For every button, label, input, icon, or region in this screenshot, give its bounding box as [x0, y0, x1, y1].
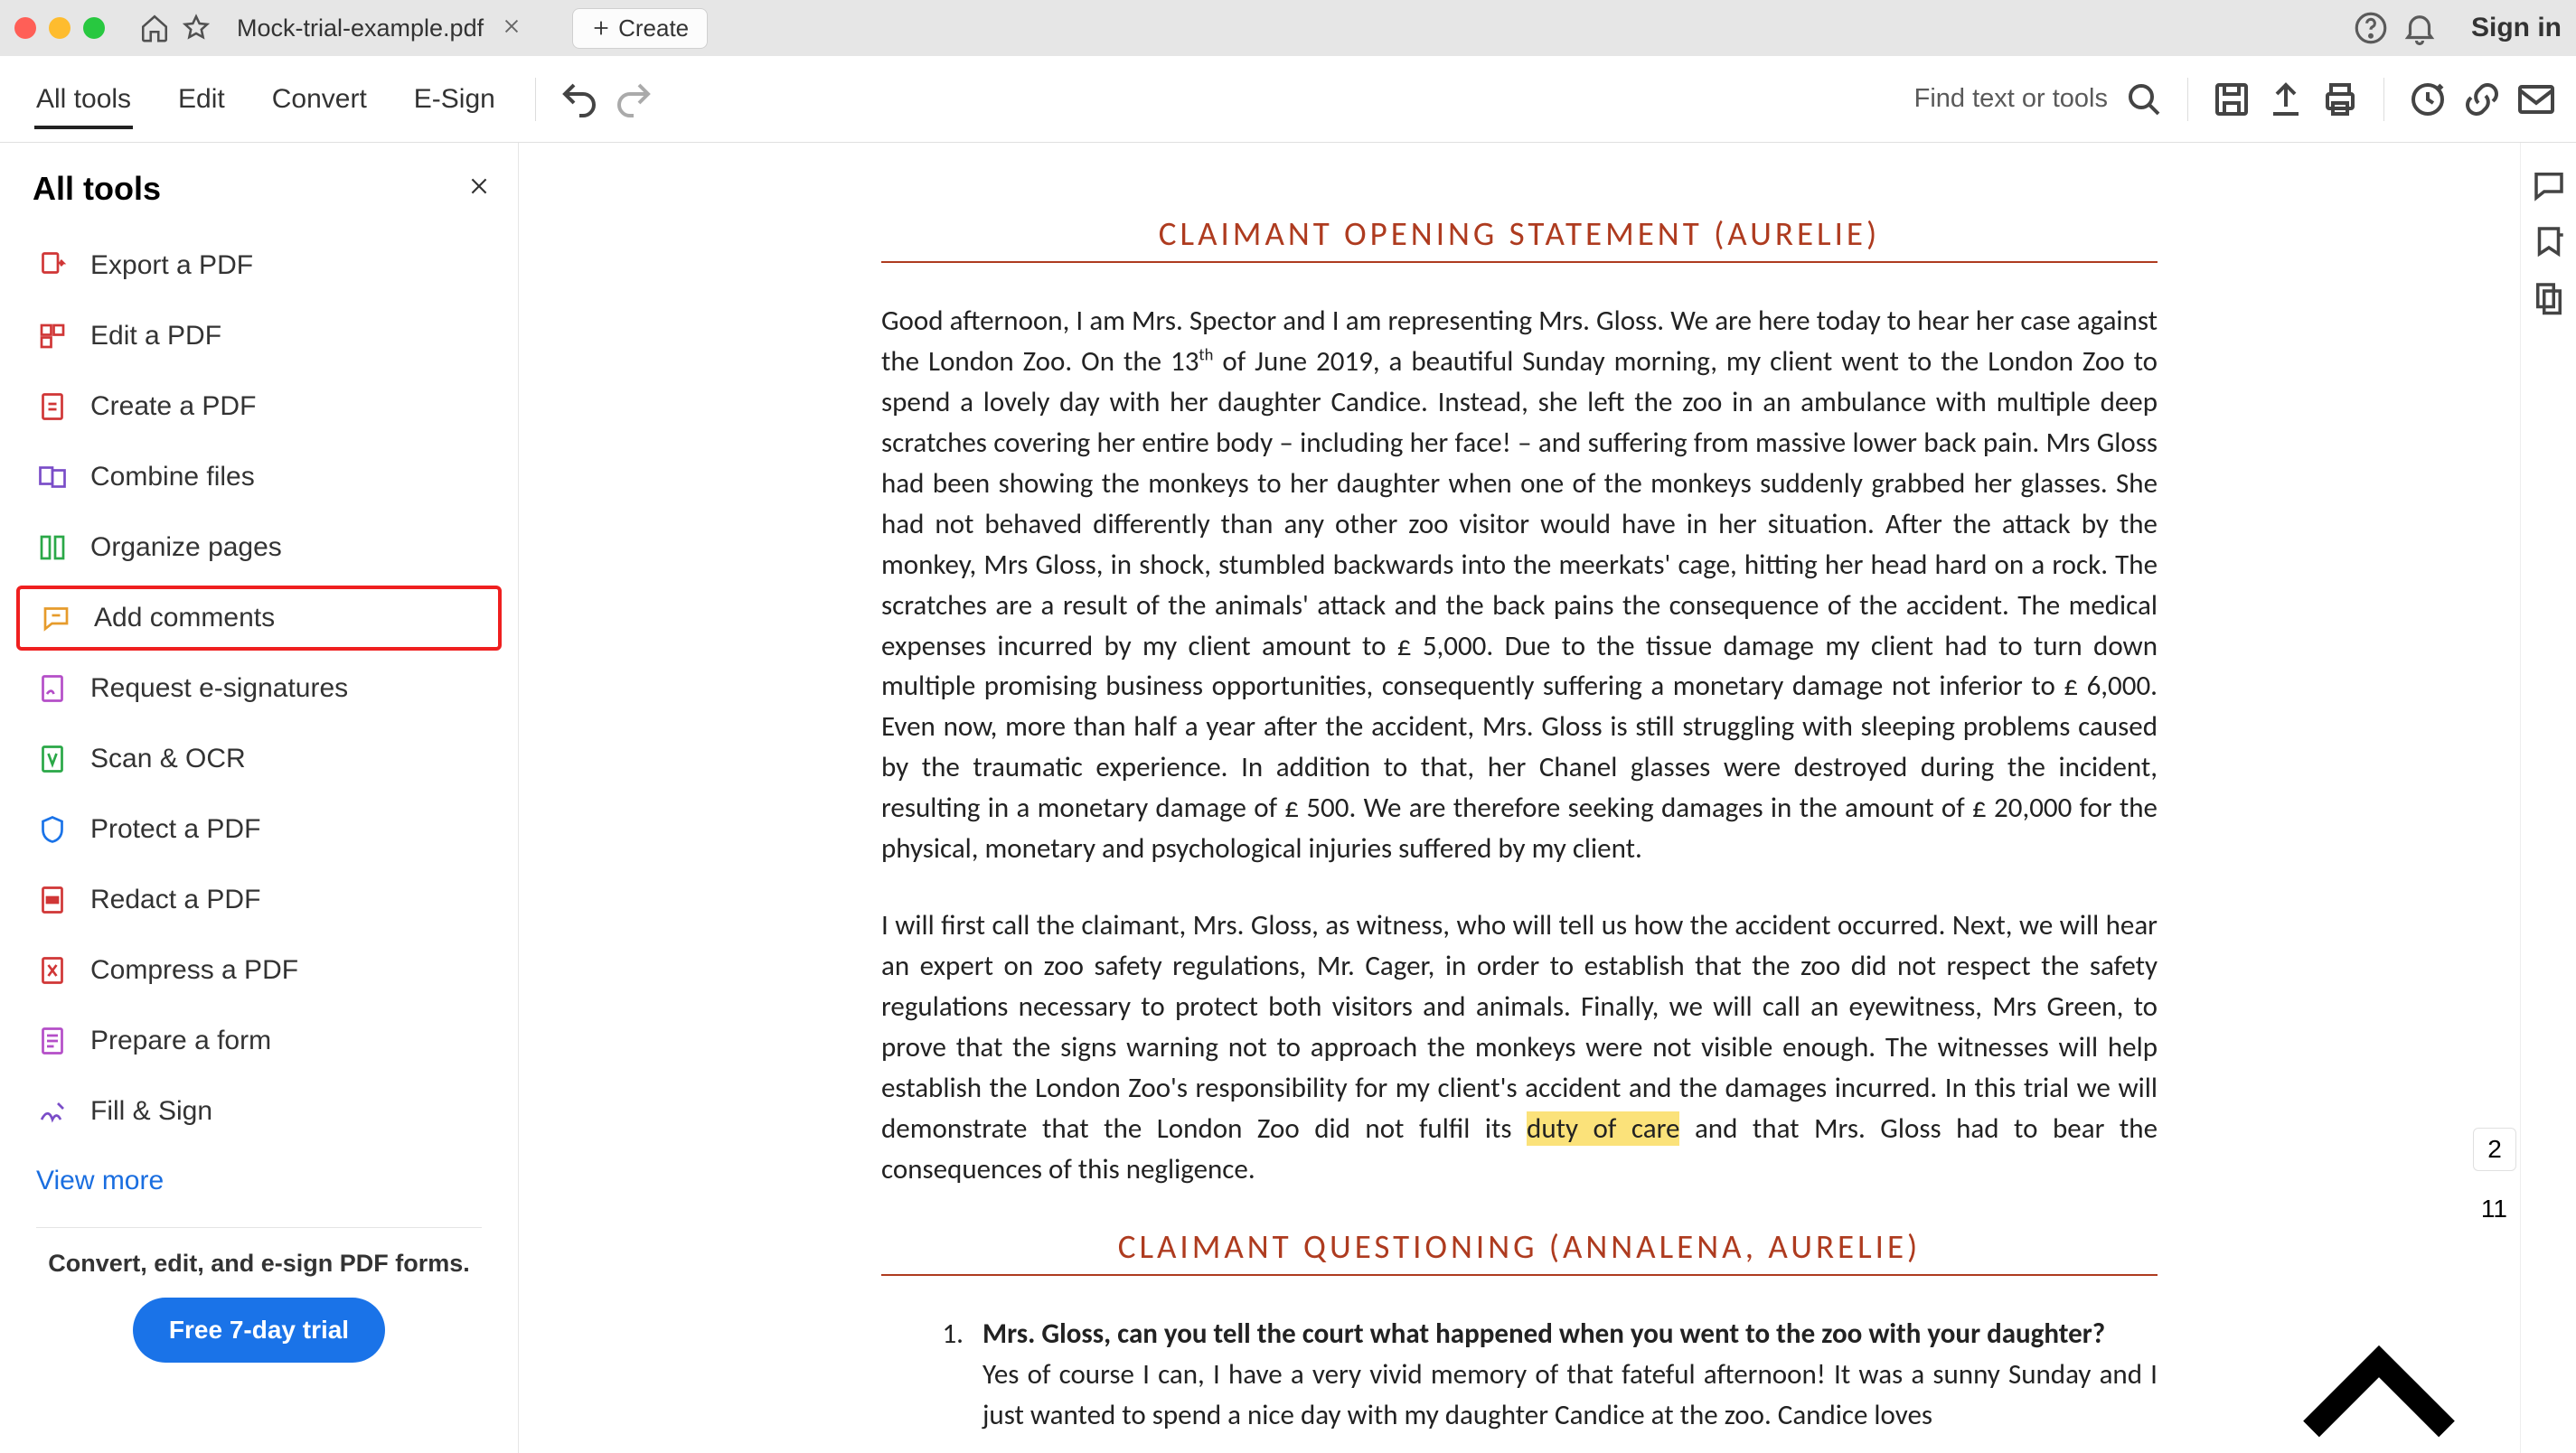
create-label: Create — [618, 14, 689, 42]
paragraph: I will first call the claimant, Mrs. Glo… — [881, 905, 2158, 1190]
all-tools-sidebar: All tools Export a PDF Edit a PDF Create… — [0, 143, 519, 1453]
sidebar-item-compress-pdf[interactable]: Compress a PDF — [9, 938, 509, 1003]
comments-panel-icon[interactable] — [2530, 166, 2568, 204]
signature-icon — [36, 672, 69, 705]
heading-claimant-questioning: CLAIMANT QUESTIONING (ANNALENA, AURELIE) — [881, 1226, 2158, 1276]
create-pdf-icon — [36, 390, 69, 423]
sidebar-item-fill-sign[interactable]: Fill & Sign — [9, 1079, 509, 1144]
tab-title: Mock-trial-example.pdf — [237, 14, 484, 42]
sidebar-item-label: Redact a PDF — [90, 885, 260, 915]
sidebar-item-edit-pdf[interactable]: Edit a PDF — [9, 304, 509, 369]
sign-in-button[interactable]: Sign in — [2471, 13, 2562, 43]
close-window-icon[interactable] — [14, 17, 36, 39]
fill-sign-icon — [36, 1095, 69, 1128]
titlebar: Mock-trial-example.pdf Create Sign in — [0, 0, 2576, 56]
organize-icon — [36, 531, 69, 564]
document-tab[interactable]: Mock-trial-example.pdf — [222, 0, 540, 56]
sidebar-item-label: Prepare a form — [90, 1026, 271, 1056]
upload-icon[interactable] — [2264, 78, 2308, 121]
view-more-link[interactable]: View more — [9, 1144, 509, 1205]
maximize-window-icon[interactable] — [83, 17, 105, 39]
form-icon — [36, 1025, 69, 1057]
close-sidebar-icon[interactable] — [467, 174, 491, 204]
sidebar-item-add-comments[interactable]: Add comments — [16, 586, 502, 651]
sidebar-item-label: Add comments — [94, 603, 275, 633]
home-icon[interactable] — [139, 13, 170, 43]
page-up-icon[interactable] — [2243, 1260, 2515, 1453]
undo-icon[interactable] — [558, 78, 601, 121]
edit-icon — [36, 320, 69, 352]
sidebar-item-label: Create a PDF — [90, 391, 256, 422]
comment-icon — [40, 602, 72, 634]
window-controls — [14, 17, 105, 39]
question-list: Mrs. Gloss, can you tell the court what … — [881, 1314, 2158, 1436]
redact-icon — [36, 884, 69, 916]
export-icon — [36, 249, 69, 282]
find-label: Find text or tools — [1914, 84, 2108, 114]
menu-esign[interactable]: E-Sign — [396, 71, 513, 127]
close-tab-icon[interactable] — [498, 11, 525, 46]
list-item: Mrs. Gloss, can you tell the court what … — [970, 1314, 2158, 1436]
sidebar-item-label: Edit a PDF — [90, 321, 221, 352]
sidebar-item-organize-pages[interactable]: Organize pages — [9, 515, 509, 580]
sidebar-item-label: Combine files — [90, 462, 255, 492]
star-icon[interactable] — [181, 13, 212, 43]
document-viewport[interactable]: CLAIMANT OPENING STATEMENT (AURELIE) Goo… — [519, 143, 2520, 1453]
sidebar-item-prepare-form[interactable]: Prepare a form — [9, 1008, 509, 1073]
sidebar-item-export-pdf[interactable]: Export a PDF — [9, 233, 509, 298]
ai-assistant-icon[interactable] — [2406, 78, 2449, 121]
sidebar-item-create-pdf[interactable]: Create a PDF — [9, 374, 509, 439]
thumbnails-panel-icon[interactable] — [2530, 278, 2568, 316]
bookmarks-panel-icon[interactable] — [2530, 222, 2568, 260]
sidebar-item-label: Scan & OCR — [90, 744, 246, 774]
separator — [2187, 78, 2188, 121]
create-button[interactable]: Create — [572, 8, 708, 49]
redo-icon[interactable] — [612, 78, 655, 121]
total-pages: 11 — [2481, 1195, 2507, 1223]
current-page-indicator[interactable]: 2 — [2473, 1128, 2516, 1171]
main-toolbar: All tools Edit Convert E-Sign Find text … — [0, 56, 2576, 143]
sidebar-item-label: Export a PDF — [90, 250, 253, 281]
sidebar-item-label: Protect a PDF — [90, 814, 260, 845]
sidebar-item-label: Organize pages — [90, 532, 282, 563]
separator — [2383, 78, 2384, 121]
promo-text: Convert, edit, and e-sign PDF forms. — [9, 1250, 509, 1298]
bell-icon[interactable] — [2401, 9, 2439, 47]
sidebar-item-request-signatures[interactable]: Request e-signatures — [9, 656, 509, 721]
sidebar-item-protect-pdf[interactable]: Protect a PDF — [9, 797, 509, 862]
heading-claimant-opening: CLAIMANT OPENING STATEMENT (AURELIE) — [881, 213, 2158, 263]
sidebar-item-label: Request e-signatures — [90, 673, 348, 704]
sidebar-item-redact-pdf[interactable]: Redact a PDF — [9, 867, 509, 933]
combine-icon — [36, 461, 69, 493]
highlighted-text: duty of care — [1527, 1111, 1679, 1146]
scan-icon — [36, 743, 69, 775]
sidebar-item-label: Compress a PDF — [90, 955, 298, 986]
sidebar-title: All tools — [33, 170, 161, 208]
sidebar-item-label: Fill & Sign — [90, 1096, 212, 1127]
help-icon[interactable] — [2352, 9, 2390, 47]
menu-convert[interactable]: Convert — [254, 71, 385, 127]
separator — [36, 1227, 482, 1228]
free-trial-button[interactable]: Free 7-day trial — [133, 1298, 385, 1363]
separator — [535, 78, 536, 121]
email-icon[interactable] — [2515, 78, 2558, 121]
sidebar-item-scan-ocr[interactable]: Scan & OCR — [9, 726, 509, 792]
link-icon[interactable] — [2460, 78, 2504, 121]
minimize-window-icon[interactable] — [49, 17, 71, 39]
sidebar-item-combine-files[interactable]: Combine files — [9, 445, 509, 510]
menu-edit[interactable]: Edit — [160, 71, 243, 127]
menu-all-tools[interactable]: All tools — [18, 71, 149, 127]
pdf-page: CLAIMANT OPENING STATEMENT (AURELIE) Goo… — [881, 143, 2158, 1453]
protect-icon — [36, 813, 69, 846]
compress-icon — [36, 954, 69, 987]
search-icon[interactable] — [2122, 78, 2166, 121]
page-nav-controls: 1:1 — [2243, 1260, 2515, 1453]
print-icon[interactable] — [2318, 78, 2362, 121]
save-icon[interactable] — [2210, 78, 2253, 121]
right-rail — [2520, 143, 2576, 1453]
paragraph: Good afternoon, I am Mrs. Spector and I … — [881, 301, 2158, 869]
